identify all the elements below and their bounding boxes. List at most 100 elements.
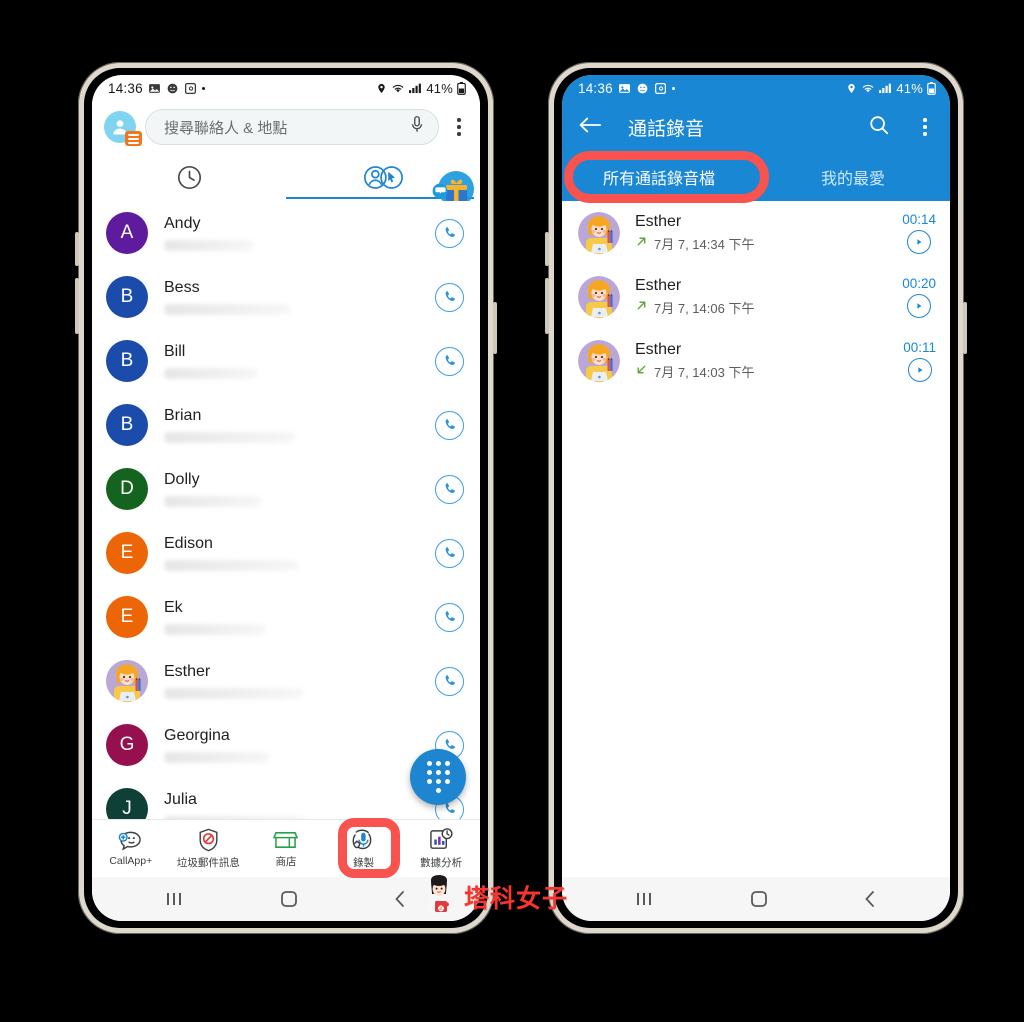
contact-number-redacted <box>164 687 303 699</box>
outgoing-call-icon <box>635 299 648 317</box>
contact-name: Julia <box>164 791 197 809</box>
search-placeholder: 搜尋聯絡人 & 地點 <box>164 119 288 137</box>
contact-name: Bess <box>164 279 200 297</box>
home-icon[interactable] <box>749 889 769 909</box>
dialpad-fab[interactable] <box>410 749 466 805</box>
back-icon[interactable] <box>392 889 408 909</box>
contact-info: Dolly <box>164 471 419 507</box>
bottom-nav-label: CallApp+ <box>109 855 153 867</box>
recents-icon[interactable] <box>164 890 186 908</box>
contact-avatar: B <box>106 404 148 446</box>
left-phone-device: 14:36 41% 搜尋聯絡人 & 地點 A Andy B Bess B Bil… <box>75 62 497 934</box>
contact-row[interactable]: B Bess <box>92 265 480 329</box>
contact-name: Georgina <box>164 727 230 745</box>
tab-recent[interactable] <box>92 153 286 201</box>
recents-icon[interactable] <box>634 890 656 908</box>
contact-info: Georgina <box>164 727 419 763</box>
recording-actions: 00:11 <box>903 340 936 382</box>
volume-up-button[interactable] <box>545 232 549 266</box>
call-button[interactable] <box>435 666 464 696</box>
volume-down-button[interactable] <box>75 278 79 334</box>
back-icon[interactable] <box>862 889 878 909</box>
recording-info: Esther 7月 7, 14:03 下午 <box>635 341 888 381</box>
play-button[interactable] <box>907 294 932 318</box>
bottom-nav-label: 錄製 <box>353 856 375 869</box>
call-button[interactable] <box>435 602 464 632</box>
back-arrow-icon[interactable] <box>578 115 602 140</box>
power-button[interactable] <box>963 302 967 354</box>
recording-date: 7月 7, 14:06 下午 <box>654 301 755 316</box>
screenshot-icon <box>184 82 197 95</box>
outgoing-call-icon <box>635 235 648 253</box>
contact-avatar: B <box>106 340 148 382</box>
contact-row[interactable]: D Dolly <box>92 457 480 521</box>
call-button[interactable] <box>435 538 464 568</box>
recording-contact-name: Esther <box>635 277 682 294</box>
right-tab-strip[interactable]: 所有通話錄音檔 我的最愛 <box>562 151 950 203</box>
contact-row[interactable]: E Edison <box>92 521 480 585</box>
image-icon <box>618 82 631 95</box>
power-button[interactable] <box>493 302 497 354</box>
recording-meta: 7月 7, 14:06 下午 <box>635 298 887 317</box>
bottom-nav-item-store[interactable]: 商店 <box>247 829 325 869</box>
tab-favorites[interactable]: 我的最愛 <box>756 153 950 201</box>
contact-number-redacted <box>164 623 266 635</box>
recording-avatar <box>578 340 620 382</box>
home-icon[interactable] <box>279 889 299 909</box>
location-icon <box>376 82 387 95</box>
recordings-list[interactable]: Esther 7月 7, 14:34 下午 00:14 Esther 7月 7, 14:… <box>562 201 950 877</box>
contact-name: Bill <box>164 343 186 361</box>
left-bottom-nav[interactable]: CallApp+ 垃圾郵件訊息 商店 錄製 數據分析 <box>92 818 480 878</box>
volume-down-button[interactable] <box>545 278 549 334</box>
search-input[interactable]: 搜尋聯絡人 & 地點 <box>145 109 439 145</box>
recording-row[interactable]: Esther 7月 7, 14:06 下午 00:20 <box>562 265 950 329</box>
recording-row[interactable]: Esther 7月 7, 14:34 下午 00:14 <box>562 201 950 265</box>
right-system-nav[interactable] <box>562 877 950 921</box>
contact-row[interactable]: B Bill <box>92 329 480 393</box>
contact-number-redacted <box>164 751 270 763</box>
contact-list[interactable]: A Andy B Bess B Bill B Brian D Dolly E Edison E Ek Est… <box>92 201 480 819</box>
bottom-nav-item-callapp-plus[interactable]: CallApp+ <box>92 830 170 867</box>
recording-contact-name: Esther <box>635 341 682 358</box>
call-button[interactable] <box>435 218 464 248</box>
contact-info: Brian <box>164 407 419 443</box>
contact-row[interactable]: E Ek <box>92 585 480 649</box>
kebab-menu-icon[interactable] <box>914 118 936 136</box>
contact-row[interactable]: A Andy <box>92 201 480 265</box>
right-status-bar: 14:36 41% <box>562 75 950 101</box>
contact-avatar: D <box>106 468 148 510</box>
contact-number-redacted <box>164 559 299 571</box>
contact-avatar: J <box>106 788 148 819</box>
play-button[interactable] <box>907 358 932 382</box>
play-button[interactable] <box>907 230 932 254</box>
recording-info: Esther 7月 7, 14:06 下午 <box>635 277 887 317</box>
bottom-nav-label: 商店 <box>275 855 297 868</box>
tab-all-recordings[interactable]: 所有通話錄音檔 <box>562 153 756 201</box>
recording-contact-name: Esther <box>635 213 682 230</box>
volume-up-button[interactable] <box>75 232 79 266</box>
profile-avatar[interactable] <box>104 111 142 146</box>
call-button[interactable] <box>435 282 464 312</box>
bottom-nav-label: 垃圾郵件訊息 <box>176 856 240 869</box>
kebab-menu-icon[interactable] <box>448 118 470 136</box>
contact-row[interactable]: B Brian <box>92 393 480 457</box>
contact-info: Esther <box>164 663 419 699</box>
store-icon <box>273 831 299 848</box>
screenshot-icon <box>654 82 667 95</box>
call-button[interactable] <box>435 474 464 504</box>
call-button[interactable] <box>435 410 464 440</box>
recording-date: 7月 7, 14:34 下午 <box>654 237 755 252</box>
contact-name: Esther <box>164 663 211 681</box>
dot-icon <box>201 86 205 90</box>
bottom-nav-item-record[interactable]: 錄製 <box>325 828 403 870</box>
contact-row[interactable]: Esther <box>92 649 480 713</box>
emoji-icon <box>166 82 179 95</box>
call-button[interactable] <box>435 346 464 376</box>
bottom-nav-item-spam[interactable]: 垃圾郵件訊息 <box>170 828 248 870</box>
bottom-nav-item-analytics[interactable]: 數據分析 <box>402 827 480 870</box>
right-phone-device: 14:36 41% 通話錄音 所有通話錄音檔 我的最愛 Esther 7月 7,… <box>545 62 967 934</box>
search-icon[interactable] <box>868 114 890 141</box>
contact-name: Ek <box>164 599 183 617</box>
microphone-icon[interactable] <box>408 115 426 140</box>
recording-row[interactable]: Esther 7月 7, 14:03 下午 00:11 <box>562 329 950 393</box>
